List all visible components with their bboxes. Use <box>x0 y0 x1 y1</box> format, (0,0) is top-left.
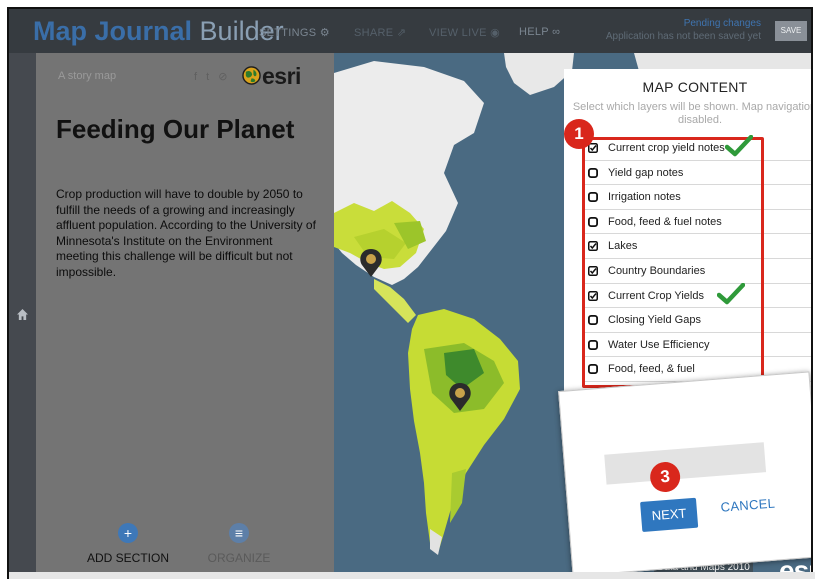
highlight-box <box>582 137 764 388</box>
settings-label: SETTINGS <box>259 27 317 39</box>
next-button[interactable]: NEXT <box>640 497 699 532</box>
dialog-input-bar <box>604 442 767 485</box>
bottom-strip <box>9 572 815 579</box>
binoculars-icon: ∞ <box>552 26 561 38</box>
facebook-icon[interactable]: f <box>194 71 200 83</box>
panel-header: A story map f t ⊘ esri <box>56 63 316 93</box>
esri-globe-icon <box>242 66 261 90</box>
gear-icon: ⚙ <box>319 27 330 39</box>
settings-button[interactable]: SETTINGS ⚙ <box>259 26 330 39</box>
story-body-text: Crop production will have to double by 2… <box>56 187 316 279</box>
story-map-label: A story map <box>58 70 117 82</box>
brand-primary: Map Journal <box>33 16 193 46</box>
share-icon: ⇗ <box>396 27 407 39</box>
social-share-icons[interactable]: f t ⊘ <box>194 70 230 83</box>
link-icon[interactable]: ⊘ <box>218 71 230 83</box>
app-brand: Map Journal Builder <box>33 15 284 47</box>
organize-button[interactable]: ≡ ORGANIZE <box>194 523 284 565</box>
cancel-button[interactable]: CANCEL <box>720 496 776 515</box>
plus-icon: + <box>118 523 138 543</box>
pending-changes-status: Pending changes Application has not been… <box>606 17 761 43</box>
story-title: Feeding Our Planet <box>56 114 295 144</box>
twitter-icon[interactable]: t <box>206 71 212 83</box>
eye-icon: ◉ <box>490 27 500 39</box>
dialog-popup: 3 NEXT CANCEL <box>558 371 811 577</box>
view-live-label: VIEW LIVE <box>429 27 487 39</box>
save-button[interactable]: SAVE <box>775 21 807 41</box>
organize-label: ORGANIZE <box>207 551 271 565</box>
share-button[interactable]: SHARE ⇗ <box>354 26 406 39</box>
green-check-icon <box>716 282 746 310</box>
pending-subtitle: Application has not been saved yet <box>605 31 761 42</box>
builder-header: Map Journal Builder SETTINGS ⚙ SHARE ⇗ V… <box>9 9 811 53</box>
story-side-panel: A story map f t ⊘ esri Feeding Our Plane… <box>36 53 334 577</box>
help-button[interactable]: HELP ∞ <box>519 26 560 38</box>
app-frame: Map Journal Builder SETTINGS ⚙ SHARE ⇗ V… <box>7 7 813 579</box>
map-content-title: MAP CONTENT <box>642 79 748 95</box>
green-check-icon <box>724 134 754 162</box>
share-label: SHARE <box>354 27 394 39</box>
map-content-subtitle: Select which layers will be shown. Map n… <box>572 101 813 126</box>
home-icon[interactable] <box>17 307 28 325</box>
view-live-button[interactable]: VIEW LIVE ◉ <box>429 26 500 39</box>
list-icon: ≡ <box>229 523 249 543</box>
pending-title: Pending changes <box>683 18 761 29</box>
callout-badge-1: 1 <box>564 119 594 149</box>
add-section-button[interactable]: + ADD SECTION <box>83 523 173 565</box>
help-label: HELP <box>519 26 549 38</box>
esri-logo-text: esri <box>262 63 301 89</box>
add-section-label: ADD SECTION <box>86 551 169 565</box>
left-rail <box>9 53 36 577</box>
